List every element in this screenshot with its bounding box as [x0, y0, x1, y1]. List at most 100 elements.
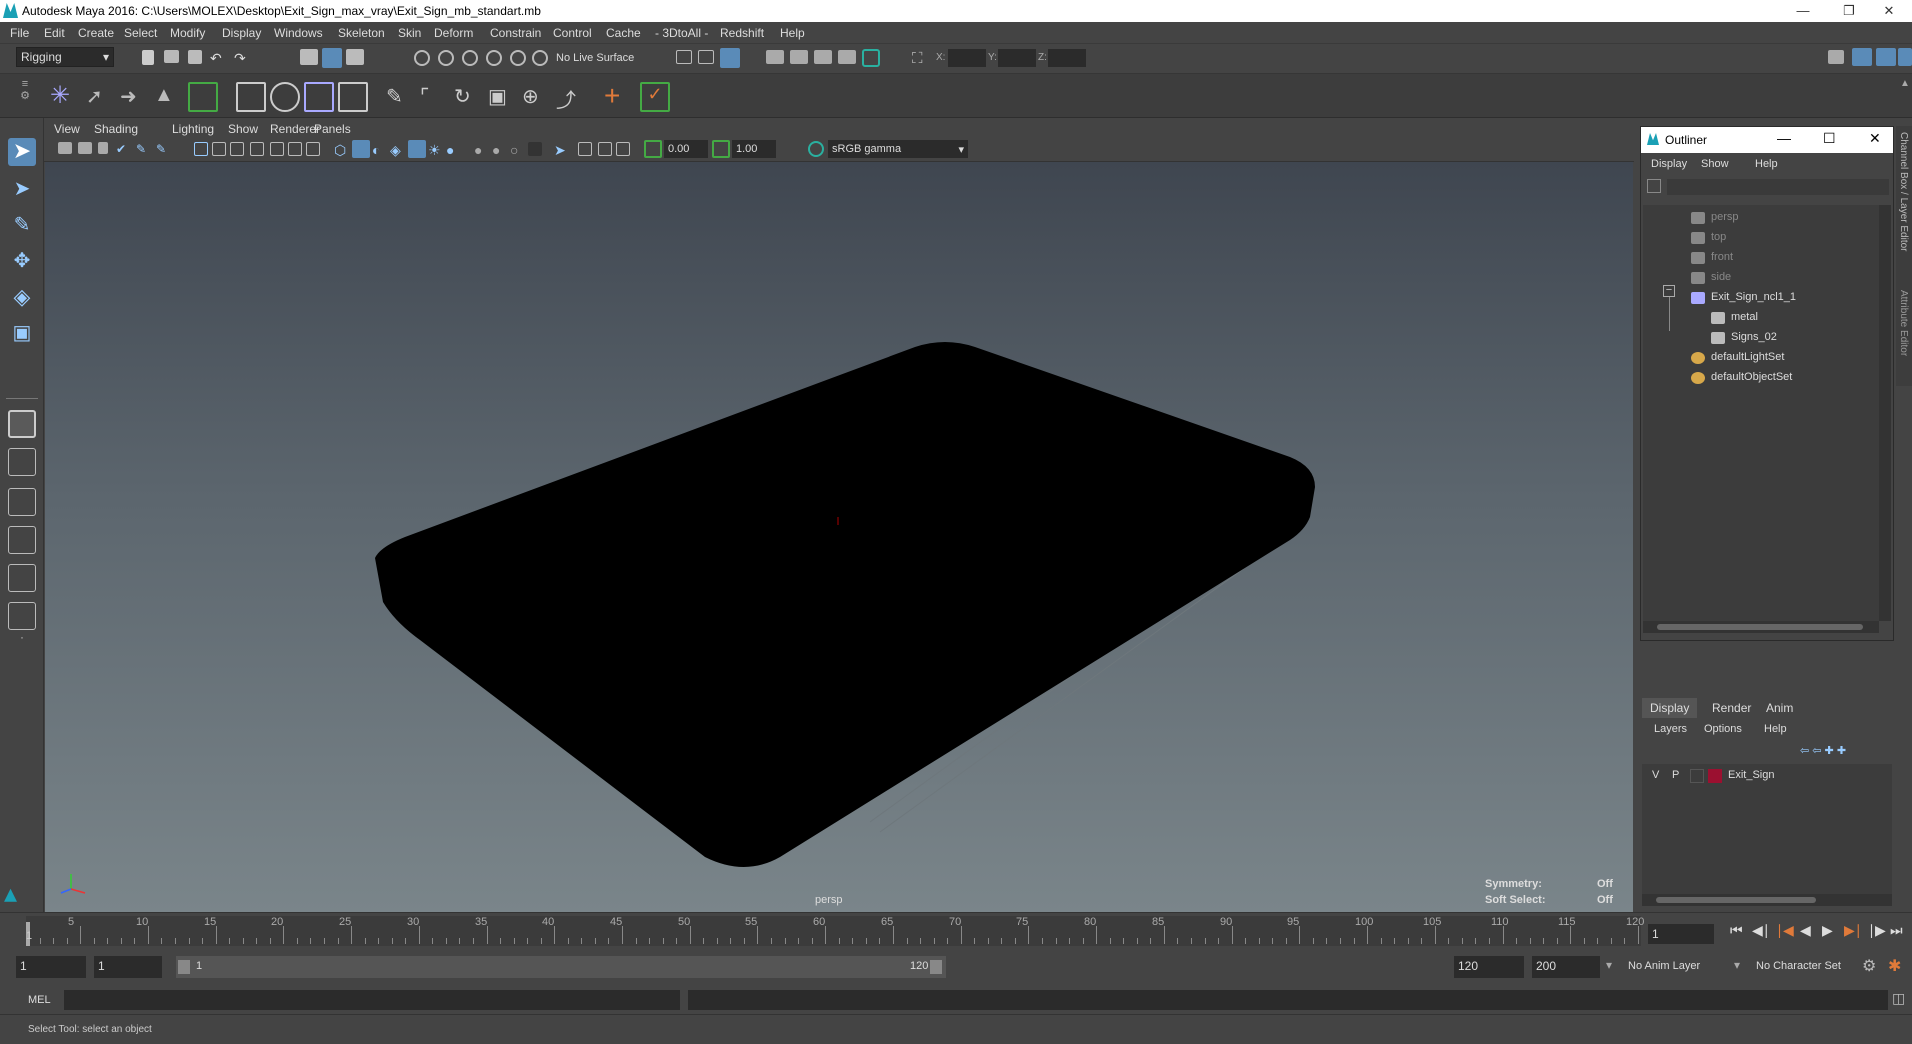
grease-pencil-icon[interactable]: ✎ — [156, 142, 174, 160]
go-to-start-icon[interactable]: ⏮ — [1730, 922, 1743, 939]
x-field[interactable] — [948, 49, 986, 67]
exposure-field[interactable]: 0.00 — [664, 140, 708, 158]
camera-attributes-icon[interactable] — [78, 142, 92, 154]
gate-mask-icon[interactable] — [250, 142, 264, 156]
gamma-icon[interactable] — [712, 140, 730, 158]
outliner-item[interactable]: defaultLightSet — [1643, 349, 1879, 367]
menu-constrain[interactable]: Constrain — [490, 26, 541, 40]
orient-constraint-icon[interactable]: ↻ — [454, 84, 480, 110]
layer-tab-display[interactable]: Display — [1642, 698, 1698, 718]
outliner-menu-help[interactable]: Help — [1755, 158, 1778, 170]
character-set-dropdown[interactable]: No Character Set — [1756, 960, 1841, 972]
xray-active-components-icon[interactable] — [598, 142, 612, 156]
single-perspective-view-icon[interactable] — [8, 410, 36, 438]
snap-view-plane-icon[interactable] — [486, 50, 502, 66]
menu-display[interactable]: Display — [222, 26, 261, 40]
layer-color-swatch[interactable] — [1708, 769, 1722, 783]
depth-of-field-icon[interactable] — [528, 142, 542, 156]
auto-key-icon[interactable]: ⚙ — [1862, 956, 1876, 976]
motion-blur-icon[interactable]: ● — [492, 142, 510, 160]
persp-graph-layout-icon[interactable] — [8, 526, 36, 554]
snap-grid-icon[interactable] — [414, 50, 430, 66]
color-management-icon[interactable] — [808, 141, 824, 157]
step-forward-frame-icon[interactable]: ∣▶ — [1868, 922, 1886, 939]
close-button[interactable]: ✕ — [1866, 1, 1912, 21]
step-back-key-icon[interactable]: ∣◀ — [1776, 922, 1794, 939]
persp-outliner-layout-icon[interactable] — [8, 488, 36, 516]
lattice-icon[interactable] — [236, 82, 266, 112]
use-all-lights-icon[interactable]: ☀ — [428, 142, 446, 160]
command-input[interactable] — [64, 990, 680, 1010]
outliner-item[interactable]: front — [1643, 249, 1879, 267]
outliner-item[interactable]: top — [1643, 229, 1879, 247]
script-language-button[interactable]: MEL — [28, 994, 51, 1006]
menu-skeleton[interactable]: Skeleton — [338, 26, 385, 40]
aim-constraint-icon[interactable]: ⊕ — [522, 84, 548, 110]
wireframe-on-shaded-icon[interactable]: ◈ — [390, 142, 408, 160]
quick-rig-icon[interactable]: ✓ — [640, 82, 670, 112]
viewport-menu-show[interactable]: Show — [228, 122, 258, 136]
scale-constraint-icon[interactable]: ▣ — [488, 84, 514, 110]
outliner-item[interactable]: Exit_Sign_ncl1_1 — [1643, 289, 1879, 307]
visibility-toggle[interactable]: V — [1652, 769, 1659, 781]
layout-options-icon[interactable]: · — [8, 630, 36, 658]
menu-file[interactable]: File — [10, 26, 29, 40]
open-scene-icon[interactable] — [164, 50, 179, 63]
outliner-vertical-scrollbar[interactable] — [1879, 205, 1891, 621]
xray-icon[interactable] — [578, 142, 592, 156]
outliner-horizontal-scrollbar[interactable] — [1643, 621, 1879, 633]
skin-bind-icon[interactable]: ▲ — [154, 84, 180, 110]
maximize-button[interactable]: ☐ — [1823, 130, 1836, 147]
go-to-end-icon[interactable]: ⏭ — [1890, 922, 1903, 939]
play-forwards-icon[interactable]: ▶ — [1822, 922, 1833, 939]
minimize-button[interactable]: — — [1780, 1, 1826, 21]
safe-action-icon[interactable] — [288, 142, 302, 156]
menu-redshift[interactable]: Redshift — [720, 26, 764, 40]
redshift-render-icon[interactable] — [862, 49, 880, 67]
viewport-menu-lighting[interactable]: Lighting — [172, 122, 214, 136]
layer-row[interactable]: V P Exit_Sign — [1642, 766, 1892, 786]
range-start-handle[interactable] — [178, 960, 190, 974]
move-tool-icon[interactable]: ✥ — [8, 248, 36, 276]
smooth-bind-icon[interactable] — [188, 82, 218, 112]
paint-select-icon[interactable]: ✎ — [8, 212, 36, 240]
chevron-down-icon[interactable]: ▾ — [1606, 958, 1612, 972]
pole-vector-icon[interactable]: ⤴ — [556, 84, 582, 112]
lasso-tool-icon[interactable]: ➤ — [8, 176, 36, 204]
script-editor-icon[interactable]: ◫ — [1892, 990, 1905, 1007]
perspective-viewport[interactable]: persp Symmetry: Off Soft Select: Off — [45, 162, 1633, 912]
wrap-icon[interactable] — [304, 82, 334, 112]
outliner-item[interactable]: defaultObjectSet — [1643, 369, 1879, 387]
animation-preferences-icon[interactable]: ✱ — [1888, 956, 1901, 976]
textured-icon[interactable] — [408, 140, 426, 158]
menu-cache[interactable]: Cache — [606, 26, 641, 40]
color-space-dropdown[interactable]: sRGB gamma ▾ — [828, 140, 968, 158]
menu-3dtoall[interactable]: - 3DtoAll - — [655, 26, 708, 40]
exposure-icon[interactable] — [644, 140, 662, 158]
xray-joints-icon[interactable] — [616, 142, 630, 156]
menu-skin[interactable]: Skin — [398, 26, 421, 40]
scene-start-field[interactable]: 1 — [16, 956, 86, 978]
wireframe-icon[interactable]: ⬡ — [334, 142, 352, 160]
redo-icon[interactable]: ↷ — [234, 50, 250, 68]
image-plane-icon[interactable]: ✔ — [116, 142, 134, 160]
layer-tab-anim[interactable]: Anim — [1758, 698, 1801, 718]
input-ops-icon[interactable] — [676, 50, 692, 64]
render-settings-icon[interactable] — [814, 50, 832, 64]
locator-icon[interactable]: + — [604, 82, 634, 112]
tool-settings-toggle-icon[interactable] — [1876, 48, 1896, 66]
layer-horizontal-scrollbar[interactable] — [1642, 894, 1892, 906]
output-ops-icon[interactable] — [698, 50, 714, 64]
snap-point-icon[interactable] — [462, 50, 478, 66]
anim-layer-dropdown[interactable]: No Anim Layer — [1628, 960, 1700, 972]
menu-deform[interactable]: Deform — [434, 26, 473, 40]
snap-curve-icon[interactable] — [438, 50, 454, 66]
persp-uv-layout-icon[interactable] — [8, 602, 36, 630]
bookmark-icon[interactable] — [98, 142, 108, 154]
playback-toggle[interactable]: P — [1672, 769, 1679, 781]
menu-modify[interactable]: Modify — [170, 26, 205, 40]
step-back-frame-icon[interactable]: ◀∣ — [1752, 922, 1770, 939]
layer-tab-render[interactable]: Render — [1704, 698, 1759, 718]
play-backwards-icon[interactable]: ◀ — [1800, 922, 1811, 939]
attribute-editor-toggle-icon[interactable] — [1852, 48, 1872, 66]
